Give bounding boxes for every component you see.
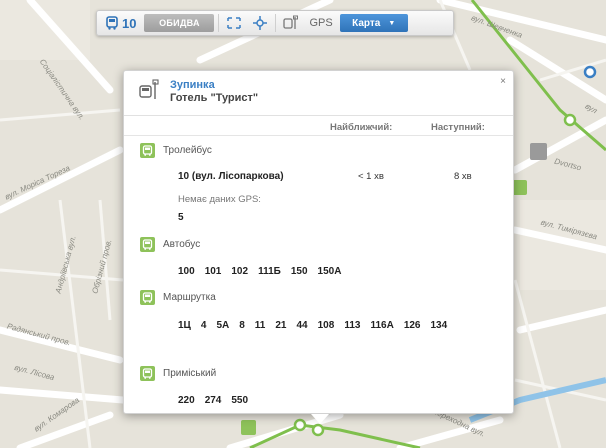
suburban-bus-icon (140, 366, 155, 381)
route-link[interactable]: 274 (205, 395, 222, 406)
route-link[interactable]: 111Б (258, 266, 281, 277)
stops-toggle-button[interactable] (280, 13, 302, 33)
route-link[interactable]: 8 (239, 320, 245, 331)
route-link[interactable]: 21 (275, 320, 286, 331)
locate-button[interactable] (249, 13, 271, 33)
fit-bounds-button[interactable] (223, 13, 245, 33)
route-link[interactable]: 101 (205, 266, 222, 277)
no-gps-routes: 5 (178, 212, 498, 223)
expand-arrows-icon (227, 17, 242, 29)
route-link[interactable]: 11 (255, 320, 266, 331)
bus-stop-icon (139, 79, 159, 99)
nearest-arrival: < 1 хв (358, 171, 384, 182)
route-link[interactable]: 44 (297, 320, 308, 331)
section-suburban: Приміський (140, 366, 216, 381)
toolbar-divider (218, 14, 220, 32)
stop-name: Готель "Турист" (170, 92, 259, 104)
map-type-label: Карта (352, 17, 381, 29)
chevron-down-icon: ▼ (388, 19, 396, 27)
minibus-routes: 1Ц 4 5А 8 11 21 44 108 113 116А 126 134 (178, 320, 498, 331)
no-gps-label: Немає даних GPS: (178, 194, 261, 205)
route-link[interactable]: 134 (431, 320, 448, 331)
map-type-dropdown[interactable]: Карта ▼ (339, 14, 408, 32)
route-link[interactable]: 150А (318, 266, 342, 277)
column-nearest: Найближчий: (330, 122, 393, 133)
divider (124, 115, 513, 116)
bus-routes: 100 101 102 111Б 150 150А (178, 266, 498, 277)
divider (124, 135, 513, 136)
trolleybus-icon (140, 143, 155, 158)
section-label: Тролейбус (163, 145, 212, 156)
minibus-icon (140, 290, 155, 305)
column-next: Наступний: (431, 122, 485, 133)
popup-pointer (311, 414, 329, 424)
both-directions-button[interactable]: ОБИДВА (144, 14, 215, 32)
close-icon[interactable]: × (500, 76, 506, 87)
gps-toggle-button[interactable]: GPS (306, 17, 335, 29)
route-link[interactable]: 100 (178, 266, 195, 277)
section-minibus: Маршрутка (140, 290, 216, 305)
route-link[interactable]: 113 (344, 320, 360, 331)
bus-icon (140, 237, 155, 252)
route-link[interactable]: 220 (178, 395, 195, 406)
suburban-routes: 220 274 550 (178, 395, 498, 406)
route-link[interactable]: 5А (216, 320, 229, 331)
map-toolbar: 10 ОБИДВА GPS Карта ▼ (96, 10, 454, 36)
stop-info-popup: × Зупинка Готель "Турист" Найближчий: На… (123, 70, 514, 414)
route-link[interactable]: 126 (404, 320, 421, 331)
section-label: Приміський (163, 368, 217, 379)
route-link[interactable]: 102 (231, 266, 248, 277)
section-bus: Автобус (140, 237, 200, 252)
route-link[interactable]: 108 (318, 320, 335, 331)
section-trolleybus: Тролейбус (140, 143, 212, 158)
route-link[interactable]: 5 (178, 212, 184, 223)
crosshair-icon (253, 16, 268, 30)
toolbar-divider (275, 14, 277, 32)
bus-stop-icon (283, 15, 299, 29)
trolleybus-route-link[interactable]: 10 (вул. Лісопаркова) (178, 171, 284, 182)
route-link[interactable]: 116А (370, 320, 393, 331)
bus-icon (106, 16, 118, 30)
route-link[interactable]: 4 (201, 320, 207, 331)
next-arrival: 8 хв (454, 171, 472, 182)
section-label: Маршрутка (163, 292, 216, 303)
route-link[interactable]: 150 (291, 266, 308, 277)
section-label: Автобус (163, 239, 201, 250)
stop-kicker: Зупинка (170, 79, 215, 91)
popup-header: Зупинка Готель "Турист" (138, 79, 258, 104)
bus-count-button[interactable]: 10 (101, 16, 140, 31)
route-link[interactable]: 1Ц (178, 320, 191, 331)
bus-count: 10 (122, 15, 137, 31)
route-link[interactable]: 550 (231, 395, 248, 406)
